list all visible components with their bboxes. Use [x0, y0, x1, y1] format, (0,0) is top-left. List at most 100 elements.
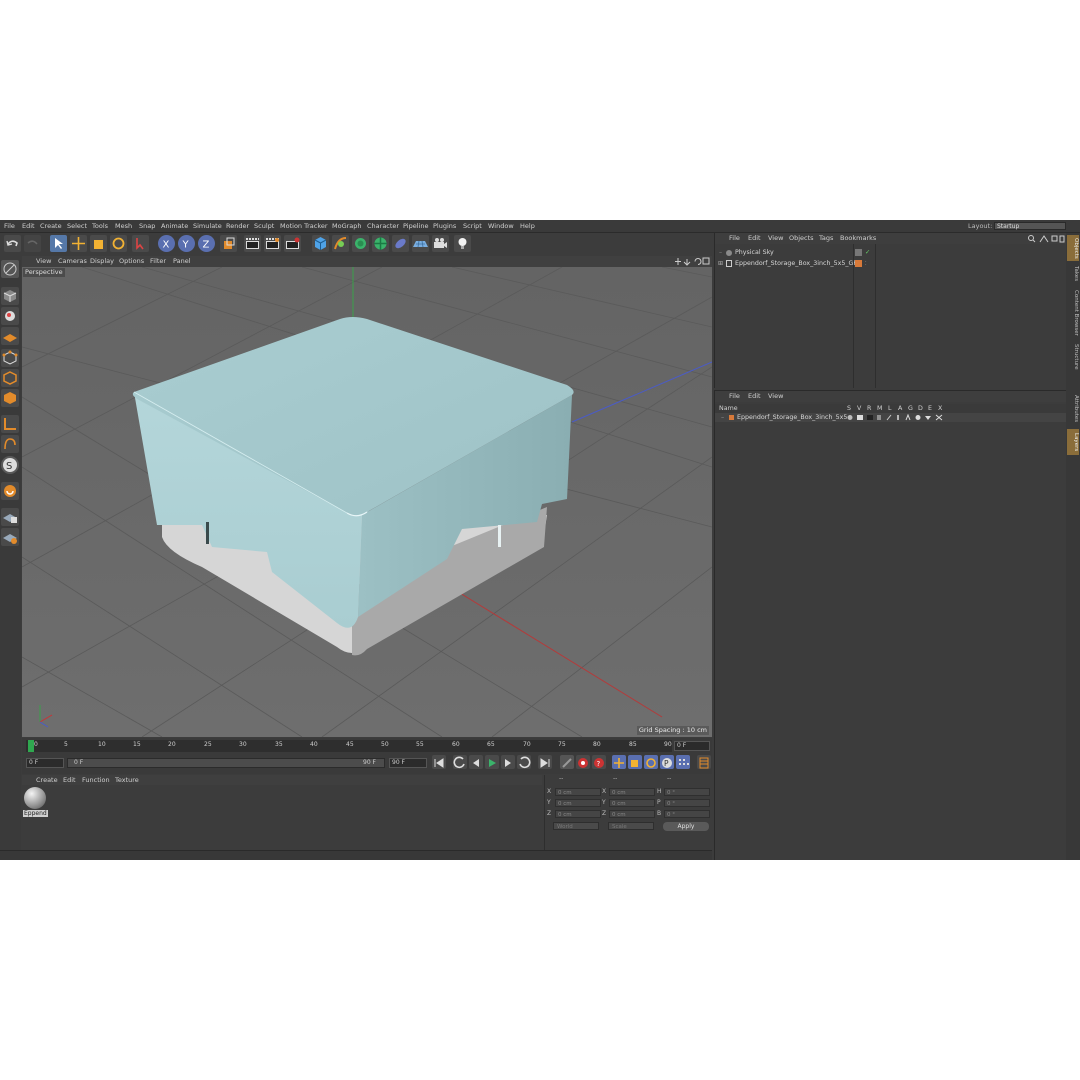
viewport-menu-view[interactable]: View [36, 256, 51, 267]
menu-help[interactable]: Help [520, 220, 535, 232]
menu-tools[interactable]: Tools [92, 220, 108, 232]
pen-spline-icon[interactable] [332, 235, 349, 252]
key-parameter-icon[interactable]: P [660, 755, 674, 769]
menu-simulate[interactable]: Simulate [193, 220, 222, 232]
move-tool-icon[interactable] [70, 235, 87, 252]
rotate-tool-icon[interactable] [110, 235, 127, 252]
menu-pipeline[interactable]: Pipeline [403, 220, 428, 232]
snap-icon[interactable]: S [1, 456, 19, 474]
make-editable-icon[interactable] [1, 260, 19, 278]
render-settings-icon[interactable] [284, 235, 301, 252]
key-scale-icon[interactable] [628, 755, 642, 769]
tab-objects[interactable]: Objects [1067, 235, 1079, 261]
polygons-mode-icon[interactable] [1, 389, 19, 407]
previous-key-icon[interactable] [453, 755, 467, 769]
cloner-icon[interactable] [372, 235, 389, 252]
key-rotation-icon[interactable] [644, 755, 658, 769]
menu-script[interactable]: Script [463, 220, 482, 232]
model-mode-icon[interactable] [1, 287, 19, 305]
enabled-check-icon[interactable]: ✓ [865, 248, 870, 258]
tab-content-browser[interactable]: Content Browser [1067, 287, 1079, 339]
current-frame-field[interactable]: 0 F [674, 741, 710, 751]
menu-character[interactable]: Character [367, 220, 399, 232]
objects-menu-file[interactable]: File [729, 233, 740, 244]
visibility-dots[interactable]: ⁚ [865, 259, 867, 269]
workplane-mode-icon[interactable] [1, 327, 19, 345]
texture-mode-icon[interactable] [1, 307, 19, 325]
menu-mesh[interactable]: Mesh [115, 220, 132, 232]
size-x-field[interactable]: 0 cm [609, 788, 655, 796]
cube-primitive-icon[interactable] [312, 235, 329, 252]
y-axis-lock-icon[interactable]: Y [178, 235, 195, 252]
floor-icon[interactable] [412, 235, 429, 252]
play-icon[interactable] [485, 755, 499, 769]
objects-menu-objects[interactable]: Objects [789, 233, 814, 244]
workplane-lock-icon[interactable] [1, 508, 19, 526]
goto-end-icon[interactable] [538, 755, 552, 769]
material-menu-edit[interactable]: Edit [63, 775, 76, 785]
layers-menu-file[interactable]: File [729, 391, 740, 402]
end-frame-field[interactable]: 90 F [389, 758, 427, 768]
axis-mode-icon[interactable] [1, 415, 19, 433]
layout-select[interactable]: Startup [994, 222, 1066, 230]
redo-button[interactable] [24, 235, 41, 252]
menu-motion-tracker[interactable]: Motion Tracker [280, 220, 328, 232]
key-pla-icon[interactable] [676, 755, 690, 769]
position-y-field[interactable]: 0 cm [555, 799, 601, 807]
viewport-menu-filter[interactable]: Filter [150, 256, 166, 267]
edges-mode-icon[interactable] [1, 369, 19, 387]
camera-icon[interactable] [432, 235, 449, 252]
live-selection-icon[interactable] [50, 235, 67, 252]
material-preview[interactable] [24, 787, 46, 809]
visibility-dots[interactable] [855, 249, 862, 256]
render-view-icon[interactable] [244, 235, 261, 252]
layer-color-swatch[interactable] [729, 415, 734, 420]
next-frame-icon[interactable] [501, 755, 515, 769]
tab-takes[interactable]: Takes [1067, 263, 1079, 285]
material-menu-function[interactable]: Function [82, 775, 110, 785]
key-position-icon[interactable] [612, 755, 626, 769]
objects-menu-view[interactable]: View [768, 233, 783, 244]
deformer-icon[interactable] [392, 235, 409, 252]
perspective-viewport[interactable]: Perspective Grid Spacing : 10 cm [22, 267, 712, 737]
objects-menu-bookmarks[interactable]: Bookmarks [840, 233, 876, 244]
layer-row[interactable]: – Eppendorf_Storage_Box_3inch_5x5 [715, 413, 1067, 422]
goto-start-icon[interactable] [432, 755, 446, 769]
layer-toggle-icons[interactable] [846, 414, 946, 421]
menu-snap[interactable]: Snap [139, 220, 155, 232]
menu-sculpt[interactable]: Sculpt [254, 220, 274, 232]
viewport-menu-display[interactable]: Display [90, 256, 114, 267]
layers-menu-edit[interactable]: Edit [748, 391, 761, 402]
menu-mograph[interactable]: MoGraph [332, 220, 362, 232]
record-keys-icon[interactable] [560, 755, 574, 769]
subdivision-surface-icon[interactable] [352, 235, 369, 252]
x-axis-lock-icon[interactable]: X [158, 235, 175, 252]
material-name[interactable]: Eppend [23, 810, 48, 817]
menu-plugins[interactable]: Plugins [433, 220, 456, 232]
start-frame-field[interactable]: 0 F [26, 758, 64, 768]
render-picture-viewer-icon[interactable] [264, 235, 281, 252]
menu-create[interactable]: Create [40, 220, 62, 232]
viewport-menu-panel[interactable]: Panel [173, 256, 191, 267]
menu-select[interactable]: Select [67, 220, 87, 232]
timeline-ruler[interactable]: 0 5 10 15 20 25 30 35 40 45 50 55 60 65 … [26, 740, 672, 752]
undo-button[interactable] [4, 235, 21, 252]
light-icon[interactable] [454, 235, 471, 252]
object-manager-search-icons[interactable] [1027, 234, 1065, 243]
previous-frame-icon[interactable] [469, 755, 483, 769]
object-row-physical-sky[interactable]: – Physical Sky ✓ [715, 248, 1067, 258]
magnet-icon[interactable] [1, 482, 19, 500]
size-mode-dropdown[interactable]: Scale [608, 822, 654, 830]
rotation-b-field[interactable]: 0 ° [664, 810, 710, 818]
menu-animate[interactable]: Animate [161, 220, 188, 232]
autokey-icon[interactable]: ? [592, 755, 606, 769]
layers-menu-view[interactable]: View [768, 391, 783, 402]
coordinate-mode-dropdown[interactable]: World [553, 822, 599, 830]
viewport-menu-cameras[interactable]: Cameras [58, 256, 87, 267]
viewport-navigation-icons[interactable] [674, 257, 710, 266]
rotation-h-field[interactable]: 0 ° [664, 788, 710, 796]
tab-attributes[interactable]: Attributes [1067, 391, 1079, 427]
recent-tools-icon[interactable] [132, 235, 149, 252]
position-z-field[interactable]: 0 cm [555, 810, 601, 818]
object-row-eppendorf-grp[interactable]: ⊞ Eppendorf_Storage_Box_3inch_5x5_GRP ⁚ [715, 259, 1067, 269]
